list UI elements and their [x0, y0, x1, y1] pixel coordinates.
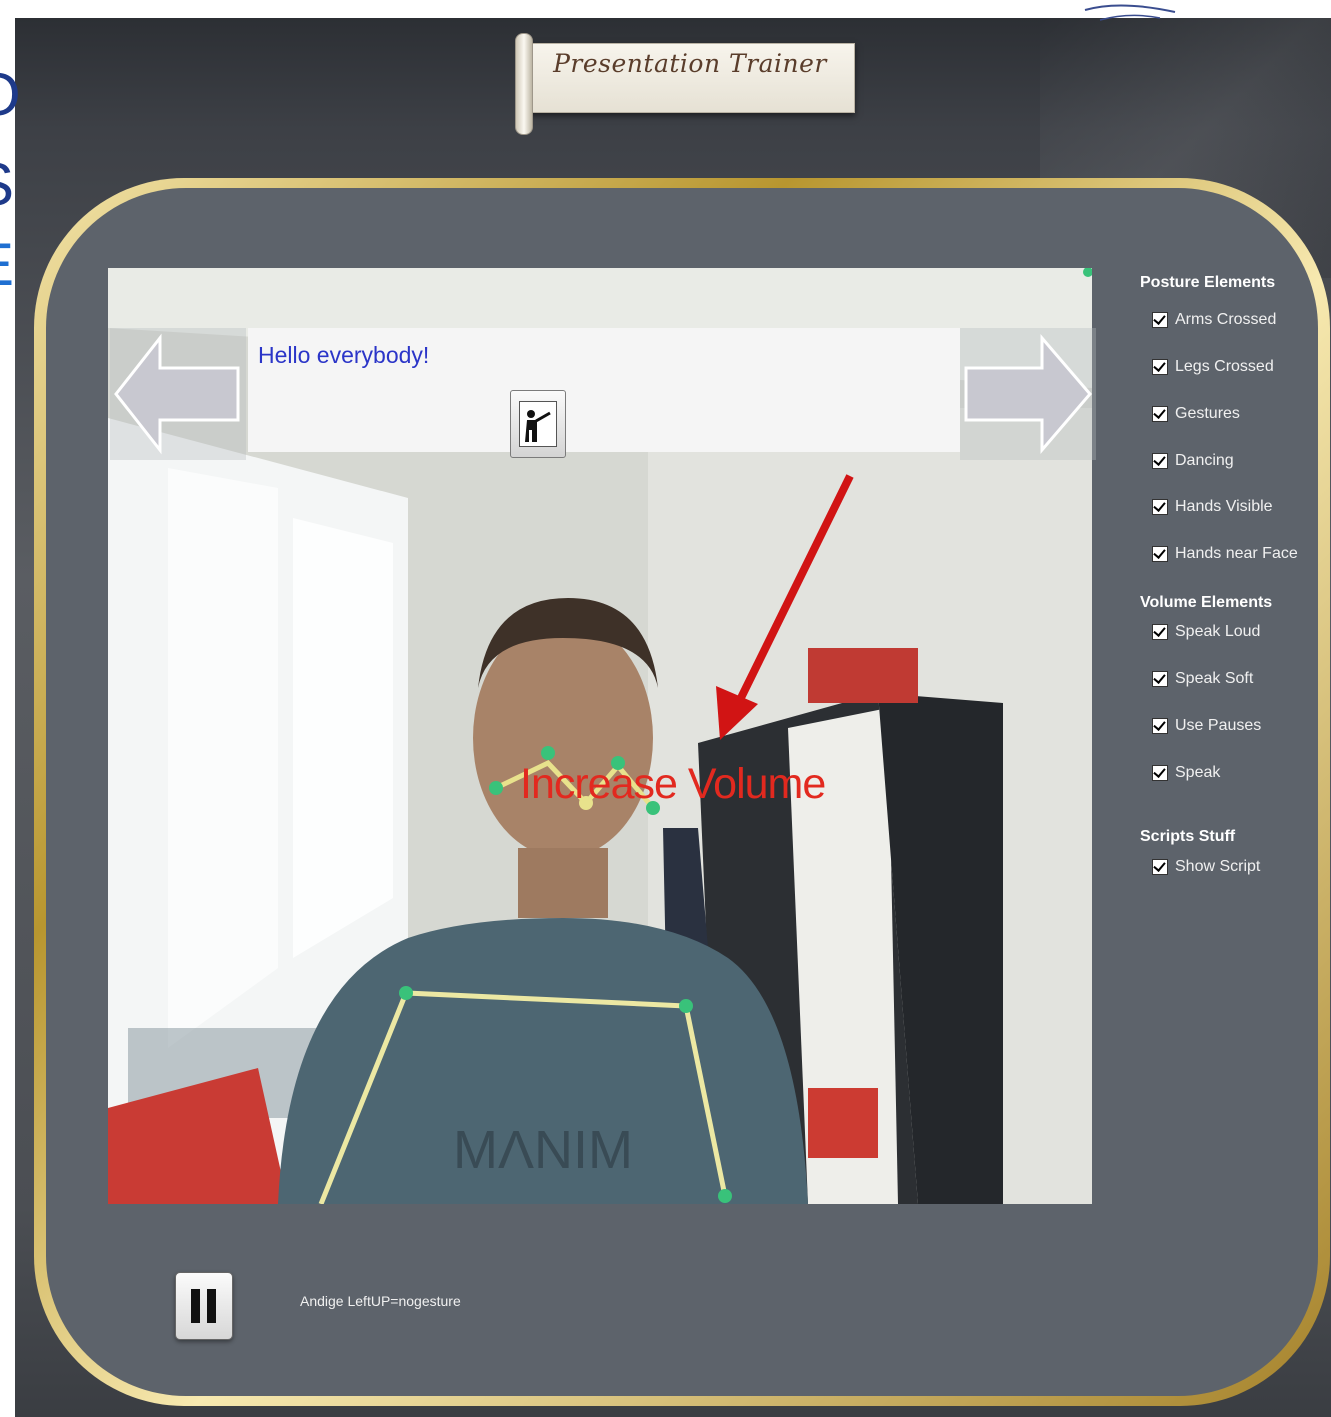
checkbox-icon: [1152, 359, 1168, 375]
app-title: Presentation Trainer: [553, 49, 827, 78]
checkbox-icon: [1152, 624, 1168, 640]
gesture-icon: [519, 401, 557, 447]
scripts-heading: Scripts Stuff: [1140, 828, 1236, 845]
checkbox-label: Speak: [1175, 764, 1221, 781]
checkbox-arms-crossed[interactable]: Arms Crossed: [1152, 311, 1276, 329]
app-title-banner: Presentation Trainer: [515, 33, 857, 135]
checkbox-label: Speak Soft: [1175, 670, 1254, 687]
checkbox-speak-soft[interactable]: Speak Soft: [1152, 670, 1253, 688]
checkbox-label: Speak Loud: [1175, 623, 1261, 640]
checkbox-hands-near-face[interactable]: Hands near Face: [1152, 545, 1298, 563]
checkbox-show-script[interactable]: Show Script: [1152, 858, 1260, 876]
checkbox-icon: [1152, 453, 1168, 469]
checkbox-gestures[interactable]: Gestures: [1152, 405, 1240, 423]
previous-slide-button[interactable]: [110, 328, 246, 460]
checkbox-hands-visible[interactable]: Hands Visible: [1152, 498, 1273, 516]
gesture-button[interactable]: [510, 390, 566, 458]
checkbox-icon: [1152, 406, 1168, 422]
checkbox-icon: [1152, 312, 1168, 328]
checkbox-label: Hands Visible: [1175, 498, 1273, 515]
checkbox-icon: [1152, 499, 1168, 515]
pause-button[interactable]: [175, 1272, 233, 1340]
checkbox-legs-crossed[interactable]: Legs Crossed: [1152, 358, 1274, 376]
checkbox-use-pauses[interactable]: Use Pauses: [1152, 717, 1261, 735]
checkbox-label: Hands near Face: [1175, 545, 1298, 562]
checkbox-speak[interactable]: Speak: [1152, 764, 1220, 782]
checkbox-icon: [1152, 859, 1168, 875]
arrow-left-icon: [114, 333, 240, 455]
checkbox-label: Gestures: [1175, 405, 1240, 422]
script-panel: Hello everybody!: [248, 328, 960, 452]
script-text: Hello everybody!: [258, 342, 430, 368]
checkbox-label: Show Script: [1175, 858, 1261, 875]
status-text: Andige LeftUP=nogesture: [300, 1293, 461, 1309]
checkbox-label: Dancing: [1175, 452, 1234, 469]
scribble-decoration: [1084, 4, 1176, 21]
left-edge-fragment: O S E ц: [0, 60, 24, 400]
checkbox-label: Legs Crossed: [1175, 358, 1274, 375]
checkbox-icon: [1152, 718, 1168, 734]
checkbox-speak-loud[interactable]: Speak Loud: [1152, 623, 1260, 641]
checkbox-label: Arms Crossed: [1175, 311, 1277, 328]
posture-heading: Posture Elements: [1140, 274, 1276, 291]
checkbox-icon: [1152, 546, 1168, 562]
svg-text:MΛNIM: MΛNIM: [453, 1120, 633, 1180]
arrow-right-icon: [964, 333, 1092, 455]
checkbox-dancing[interactable]: Dancing: [1152, 452, 1234, 470]
checkbox-icon: [1152, 765, 1168, 781]
feedback-message: Increase Volume: [520, 760, 826, 808]
checkbox-label: Use Pauses: [1175, 717, 1262, 734]
volume-heading: Volume Elements: [1140, 594, 1273, 611]
checkbox-icon: [1152, 671, 1168, 687]
next-slide-button[interactable]: [960, 328, 1096, 460]
